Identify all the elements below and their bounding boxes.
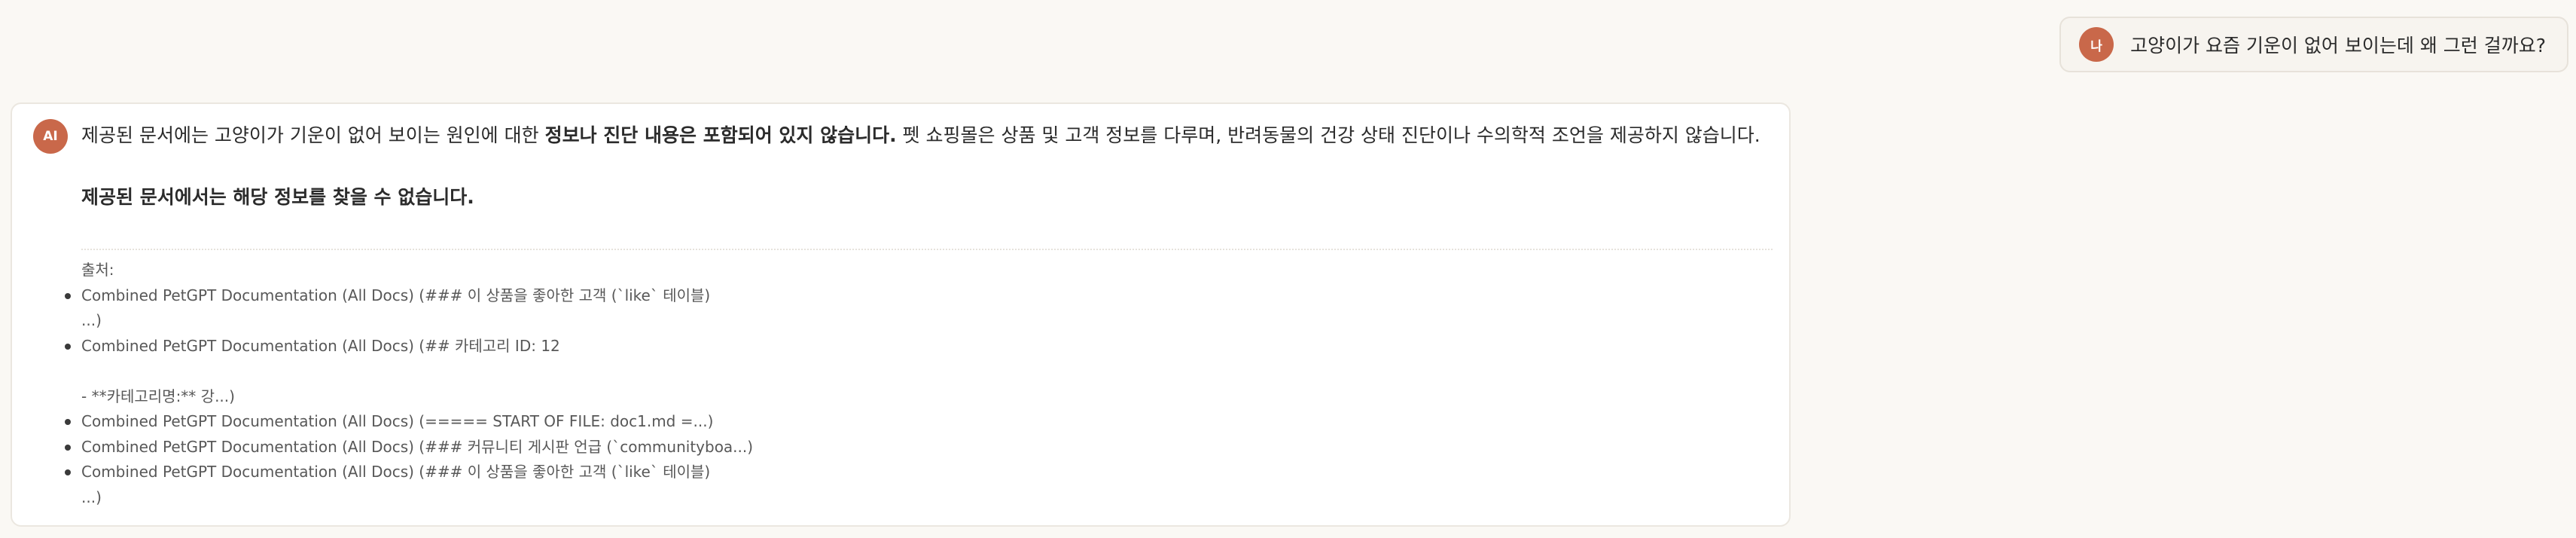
answer-emphasis: 정보나 진단 내용은 포함되어 있지 않습니다. bbox=[544, 124, 897, 146]
answer-suffix: 펫 쇼핑몰은 상품 및 고객 정보를 다루며, 반려동물의 건강 상태 진단이나… bbox=[896, 124, 1761, 146]
source-item: Combined PetGPT Documentation (All Docs)… bbox=[65, 409, 1773, 435]
answer-conclusion: 제공된 문서에서는 해당 정보를 찾을 수 없습니다. bbox=[81, 186, 474, 208]
answer-text: 제공된 문서에는 고양이가 기운이 없어 보이는 원인에 대한 정보나 진단 내… bbox=[81, 122, 1773, 149]
sources-list: Combined PetGPT Documentation (All Docs)… bbox=[65, 283, 1773, 511]
answer-prefix: 제공된 문서에는 고양이가 기운이 없어 보이는 원인에 대한 bbox=[81, 124, 545, 146]
assistant-avatar: AI bbox=[33, 119, 68, 154]
user-message-bubble: 나 고양이가 요즘 기운이 없어 보이는데 왜 그런 걸까요? bbox=[2059, 17, 2568, 72]
assistant-message-body: 제공된 문서에는 고양이가 기운이 없어 보이는 원인에 대한 정보나 진단 내… bbox=[65, 122, 1773, 511]
source-item: Combined PetGPT Documentation (All Docs)… bbox=[65, 435, 1773, 460]
assistant-message-card: AI 제공된 문서에는 고양이가 기운이 없어 보이는 원인에 대한 정보나 진… bbox=[11, 102, 1791, 527]
sources-title: 출처: bbox=[81, 261, 114, 279]
user-message-text: 고양이가 요즘 기운이 없어 보이는데 왜 그런 걸까요? bbox=[2130, 35, 2546, 57]
sources-section: 출처: Combined PetGPT Documentation (All D… bbox=[65, 258, 1773, 511]
user-avatar: 나 bbox=[2079, 27, 2114, 62]
source-item: Combined PetGPT Documentation (All Docs)… bbox=[65, 334, 1773, 410]
sources-divider bbox=[81, 249, 1773, 250]
source-item: Combined PetGPT Documentation (All Docs)… bbox=[65, 283, 1773, 334]
source-item: Combined PetGPT Documentation (All Docs)… bbox=[65, 460, 1773, 510]
